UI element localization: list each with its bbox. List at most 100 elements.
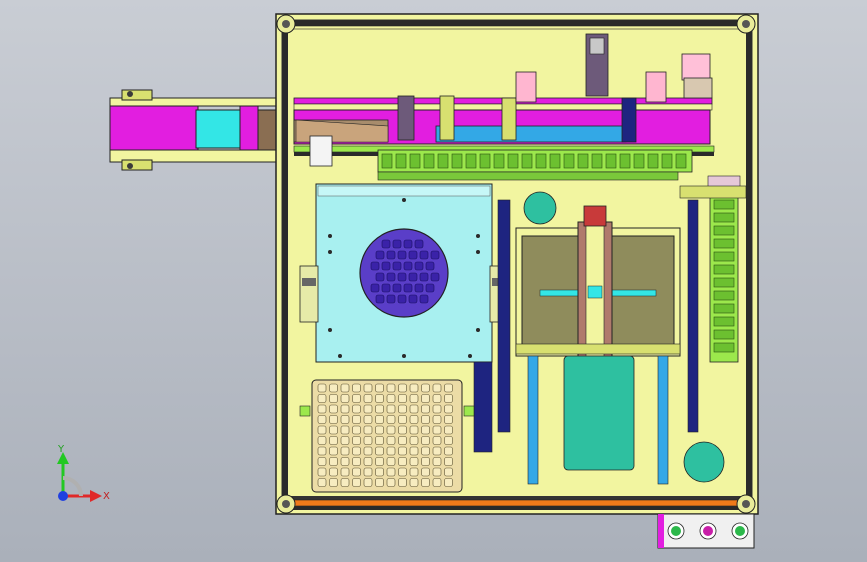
chain-link bbox=[465, 153, 477, 169]
tray-pocket bbox=[398, 394, 407, 403]
tray-pocket bbox=[375, 383, 384, 393]
table-hole bbox=[476, 250, 480, 254]
tray-pocket bbox=[340, 446, 350, 456]
tray-pocket bbox=[444, 446, 453, 456]
wafer-cell bbox=[386, 250, 396, 260]
tray-pocket bbox=[398, 415, 407, 424]
x-axis-label: X bbox=[103, 491, 110, 502]
wafer-cell bbox=[419, 250, 429, 260]
tray-pocket bbox=[352, 436, 361, 445]
wafer-cell bbox=[386, 272, 396, 282]
tray-pocket bbox=[409, 415, 419, 424]
tray-pocket bbox=[317, 404, 327, 414]
tray-pocket bbox=[398, 436, 407, 445]
chain-link bbox=[437, 153, 449, 169]
chain-link bbox=[713, 264, 735, 275]
tray-pocket bbox=[329, 425, 338, 435]
y-axis-label: Y bbox=[57, 444, 65, 455]
assembly-drawing[interactable]: Y X bbox=[0, 0, 867, 562]
tray-pocket bbox=[386, 383, 396, 393]
chain-link bbox=[713, 290, 735, 301]
wafer-cell bbox=[414, 239, 424, 249]
inspection-station bbox=[515, 205, 681, 359]
green-button[interactable] bbox=[667, 522, 685, 540]
chain-link bbox=[713, 342, 735, 353]
table-hole bbox=[402, 354, 406, 358]
tray-pocket bbox=[329, 394, 338, 403]
tray-pocket bbox=[386, 404, 396, 414]
tray-pocket bbox=[317, 425, 327, 435]
chain-link bbox=[507, 153, 519, 169]
chain-link bbox=[713, 329, 735, 340]
tray-pocket bbox=[409, 446, 419, 456]
chain-link bbox=[577, 153, 589, 169]
tray-pocket bbox=[444, 383, 453, 393]
round-sensor-lower bbox=[683, 441, 725, 483]
chain-link bbox=[395, 153, 407, 169]
chain-link bbox=[713, 251, 735, 262]
tray-pocket bbox=[421, 436, 430, 445]
tray-pocket bbox=[363, 415, 373, 424]
tray-pocket bbox=[375, 478, 384, 487]
wafer-cell bbox=[381, 261, 391, 271]
tray-pocket bbox=[363, 404, 373, 414]
magenta-button[interactable] bbox=[699, 522, 717, 540]
wafer-cell bbox=[375, 294, 385, 304]
wafer-cell bbox=[419, 294, 429, 304]
tray-pocket bbox=[375, 446, 384, 456]
tray-pocket bbox=[421, 383, 430, 393]
tray-pocket bbox=[409, 394, 419, 403]
tray-pocket bbox=[317, 436, 327, 445]
tray-pocket bbox=[363, 425, 373, 435]
tray-pocket bbox=[352, 383, 361, 393]
tray-pocket bbox=[398, 425, 407, 435]
chain-link bbox=[591, 153, 603, 169]
control-panel[interactable] bbox=[657, 513, 755, 549]
chain-link bbox=[381, 153, 393, 169]
wafer-cell bbox=[392, 261, 402, 271]
wafer-cell bbox=[375, 272, 385, 282]
tray-pocket bbox=[363, 436, 373, 445]
cad-viewport[interactable]: Y X bbox=[0, 0, 867, 562]
tray-pocket bbox=[444, 457, 453, 466]
tray-pocket bbox=[352, 415, 361, 424]
chain-link bbox=[713, 212, 735, 223]
tray-pocket bbox=[375, 467, 384, 477]
table-hole bbox=[328, 234, 332, 238]
chain-link bbox=[713, 238, 735, 249]
green-button[interactable] bbox=[731, 522, 749, 540]
chain-link bbox=[713, 199, 735, 210]
chain-link bbox=[675, 153, 687, 169]
wafer-cell bbox=[381, 283, 391, 293]
wafer-cell bbox=[392, 283, 402, 293]
tray-pocket bbox=[386, 415, 396, 424]
tray-pocket bbox=[352, 446, 361, 456]
wafer-cell bbox=[408, 250, 418, 260]
wafer-cell bbox=[403, 261, 413, 271]
tray-pocket bbox=[386, 457, 396, 466]
wafer-cell bbox=[430, 272, 440, 282]
tray-pocket bbox=[317, 415, 327, 424]
tray-pocket bbox=[317, 446, 327, 456]
tray-pocket bbox=[352, 457, 361, 466]
wafer-carrier bbox=[359, 228, 449, 318]
tray-pocket bbox=[444, 404, 453, 414]
tray-pocket bbox=[352, 478, 361, 487]
tray-pocket bbox=[375, 436, 384, 445]
tray-pocket bbox=[340, 467, 350, 477]
tray-pocket bbox=[409, 478, 419, 487]
chain-link bbox=[633, 153, 645, 169]
tray-pocket bbox=[352, 467, 361, 477]
tray-pocket bbox=[421, 478, 430, 487]
tray-pocket bbox=[340, 404, 350, 414]
tray-pocket bbox=[421, 425, 430, 435]
corner-bottom-right bbox=[736, 494, 756, 514]
tray-pocket bbox=[363, 446, 373, 456]
wafer-cell bbox=[414, 261, 424, 271]
wafer-cell bbox=[397, 250, 407, 260]
sensor-block bbox=[309, 135, 333, 167]
chain-link bbox=[535, 153, 547, 169]
tray-pocket bbox=[432, 404, 442, 414]
table-hole bbox=[468, 354, 472, 358]
table-hole bbox=[328, 328, 332, 332]
